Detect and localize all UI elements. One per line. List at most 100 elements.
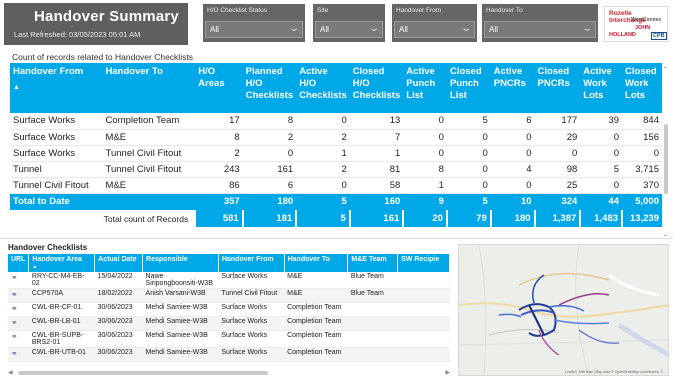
url-cell[interactable]: ⚭ [8, 288, 29, 303]
link-icon[interactable]: ⚭ [11, 332, 18, 341]
summary-scrollbar[interactable]: ⌃ ⌄ [663, 64, 669, 240]
value-cell: 0 [490, 177, 535, 194]
logo-line: JOHN [635, 25, 651, 31]
column-header[interactable]: Closed H/O Checklists [349, 63, 404, 113]
column-header[interactable]: H/O Areas [195, 63, 243, 113]
column-header[interactable]: Handover From [218, 254, 285, 272]
value-cell: 0 [446, 145, 491, 162]
map-attribution[interactable]: Leaflet | Jetti Map | Map data © OpenStr… [565, 370, 666, 374]
link-icon[interactable]: ⚭ [11, 304, 18, 313]
record-count-value: 5 [295, 210, 350, 227]
column-header[interactable]: Planned H/O Checklists [242, 63, 297, 113]
summary-row[interactable]: Surface Works Completion Team 17 8 0 13 0 5 6 177… [10, 113, 662, 130]
scroll-thumb[interactable] [18, 371, 268, 375]
site-map[interactable]: Leaflet | Jetti Map | Map data © OpenStr… [458, 244, 669, 376]
column-header[interactable]: SW Recipie [397, 254, 450, 272]
sort-ascending-icon[interactable]: ▲ [32, 264, 37, 270]
logo-line: HOLLAND [609, 32, 636, 38]
scroll-left-icon[interactable]: ◀ [8, 369, 13, 376]
record-count-value: 1,387 [533, 210, 581, 227]
checklist-cell: CWL-BR-LB-01 [28, 316, 95, 331]
url-cell[interactable]: ⚭ [8, 272, 29, 289]
value-cell: 13 [349, 113, 404, 130]
link-icon[interactable]: ⚭ [11, 273, 18, 282]
url-cell[interactable]: ⚭ [8, 330, 29, 348]
column-header[interactable]: URL [8, 254, 30, 272]
filter-handover-to[interactable]: Handover To All ⌄ [482, 4, 598, 42]
checklists-scrollbar[interactable]: ◀ ▶ [8, 369, 450, 376]
filter-handover-from[interactable]: Handover From All ⌄ [392, 4, 477, 42]
checklist-row[interactable]: ⚭ RRY-CC-M4-EB-02 15/04/2022 Nawe Siripongb… [8, 272, 450, 289]
value-cell: 58 [349, 177, 404, 194]
link-icon[interactable]: ⚭ [11, 349, 18, 358]
scroll-right-icon[interactable]: ▶ [445, 369, 450, 376]
column-header[interactable]: Active H/O Checklists [296, 63, 350, 113]
column-header[interactable]: Active PNCRs [490, 63, 535, 113]
url-cell[interactable]: ⚭ [8, 302, 29, 317]
value-cell: 1 [349, 145, 404, 162]
checklist-cell: 18/02/2022 [94, 288, 143, 303]
checklist-row[interactable]: ⚭ CCP570A 18/02/2022 Anish Varsani-W3B Tunne… [8, 288, 450, 303]
filter-select[interactable]: All ⌄ [315, 21, 383, 38]
scroll-up-icon[interactable]: ⌃ [663, 66, 668, 73]
value-cell: 29 [534, 129, 581, 146]
column-header[interactable]: Active Work Lots [580, 63, 623, 113]
column-header[interactable]: Closed Punch List [446, 63, 491, 113]
column-header[interactable]: Responsible [142, 254, 219, 272]
column-header[interactable]: Handover From ▲ [10, 63, 103, 113]
sort-ascending-icon[interactable]: ▲ [13, 82, 100, 94]
row-label-cell: Completion Team [102, 113, 196, 130]
row-label-cell: Tunnel Civil Fitout [102, 161, 196, 178]
link-icon[interactable]: ⚭ [11, 290, 18, 299]
logo-line: WestConnex [631, 17, 662, 23]
column-header[interactable]: Closed Work Lots [622, 63, 662, 113]
checklist-cell: RRY-CC-M4-EB-02 [28, 272, 95, 289]
checklists-table: URL Handover Area ▲ Actual Date Responsib… [8, 254, 450, 362]
link-icon[interactable]: ⚭ [11, 318, 18, 327]
checklist-row[interactable]: ⚭ CWL-BR-LB-01 30/06/2023 Mehdi Samiee-W3B S… [8, 316, 450, 331]
value-cell: 5 [580, 161, 623, 178]
row-label-cell: Surface Works [10, 129, 103, 146]
filter-ho-checklist-status[interactable]: H/O Checklist Status All ⌄ [203, 4, 305, 42]
checklist-row[interactable]: ⚭ CWL-BR-SUPB-BRS2-01 30/06/2023 Mehdi Sami… [8, 330, 450, 348]
row-label-cell: M&E [102, 177, 196, 194]
checklist-cell: Mehdi Samiee-W3B [142, 302, 219, 317]
value-cell: 17 [195, 113, 243, 130]
filter-select[interactable]: All ⌄ [205, 21, 303, 38]
last-refreshed: Last Refreshed: 03/05/2023 05:01 AM [14, 30, 141, 39]
summary-row[interactable]: Tunnel Tunnel Civil Fitout 243 161 2 81 8 0 4 98 5… [10, 161, 662, 178]
scroll-down-icon[interactable]: ⌄ [663, 231, 668, 238]
checklist-cell [347, 316, 398, 331]
checklist-row[interactable]: ⚭ CWL-BR-UTB-01 30/06/2023 Mehdi Samiee-W3B… [8, 347, 450, 362]
value-cell: 2 [242, 129, 297, 146]
summary-row[interactable]: Surface Works M&E 8 2 2 7 0 0 0 29 0 156 [10, 129, 662, 146]
checklist-cell [397, 316, 450, 331]
checklist-row[interactable]: ⚭ CWL-BR-CF-01 30/06/2023 Mehdi Samiee-W3B S… [8, 302, 450, 317]
summary-row[interactable]: Surface Works Tunnel Civil Fitout 2 0 1 1 0 0 0 0… [10, 145, 662, 162]
url-cell[interactable]: ⚭ [8, 316, 29, 331]
summary-header-row: Handover From ▲ Handover To H/O Areas Pla… [10, 63, 662, 113]
column-header[interactable]: Closed PNCRs [534, 63, 581, 113]
column-header[interactable]: M&E Team [347, 254, 399, 272]
filter-select[interactable]: All ⌄ [394, 21, 475, 38]
filter-select[interactable]: All ⌄ [484, 21, 596, 38]
scroll-thumb[interactable] [664, 124, 668, 194]
column-header[interactable]: Handover To [284, 254, 349, 272]
row-label-cell: Tunnel [10, 161, 103, 178]
total-row: Total to Date 357 180 5 160 9 5 10 324 44 5,000 [10, 193, 662, 210]
row-label-cell: Tunnel Civil Fitout [10, 177, 103, 194]
column-header[interactable]: Handover Area ▲ [28, 254, 96, 272]
url-cell[interactable]: ⚭ [8, 347, 29, 362]
value-cell: 156 [622, 129, 662, 146]
summary-row[interactable]: Tunnel Civil Fitout M&E 86 6 0 58 1 0 0 25 0 370 [10, 177, 662, 194]
column-header[interactable]: Active Punch List [403, 63, 447, 113]
filter-site[interactable]: Site All ⌄ [313, 4, 385, 42]
column-header[interactable]: Handover To [102, 63, 196, 113]
value-cell: 2 [195, 145, 243, 162]
record-count-value: 20 [402, 210, 447, 227]
value-cell: 0 [296, 113, 350, 130]
value-cell: 7 [349, 129, 404, 146]
value-cell: 0 [490, 129, 535, 146]
column-header[interactable]: Actual Date [94, 254, 144, 272]
map-graphic [459, 245, 668, 375]
